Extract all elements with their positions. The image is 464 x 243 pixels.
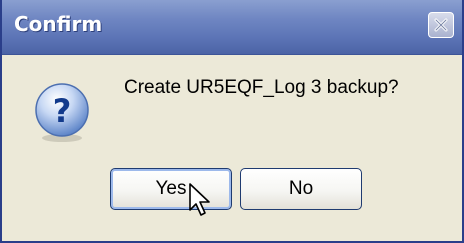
confirm-dialog: Confirm ? Create UR5EQF_Log 3 backup? Ye… — [0, 0, 464, 243]
mouse-pointer-icon — [189, 183, 210, 216]
window-title: Confirm — [14, 12, 103, 36]
dialog-body: ? Create UR5EQF_Log 3 backup? Yes No — [2, 55, 462, 241]
svg-text:?: ? — [53, 92, 72, 130]
dialog-message: Create UR5EQF_Log 3 backup? — [124, 77, 399, 98]
question-icon: ? — [35, 83, 89, 142]
title-bar[interactable]: Confirm — [2, 0, 462, 55]
close-button[interactable] — [428, 12, 454, 38]
no-button[interactable]: No — [240, 168, 362, 210]
close-icon — [434, 18, 448, 32]
